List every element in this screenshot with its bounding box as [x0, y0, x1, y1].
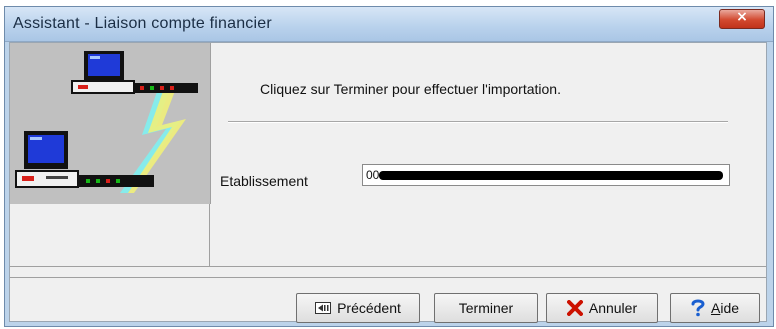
wizard-window: Assistant - Liaison compte financier × C…: [4, 6, 774, 327]
window-title: Assistant - Liaison compte financier: [13, 15, 272, 32]
previous-button[interactable]: Précédent: [296, 293, 420, 323]
question-mark-icon: [691, 299, 705, 317]
button-bar: Précédent Terminer Annuler Aide: [10, 279, 766, 323]
close-button[interactable]: ×: [719, 9, 765, 29]
status-strip: [10, 266, 766, 278]
cancel-label: Annuler: [588, 300, 638, 316]
etablissement-field[interactable]: 00: [362, 164, 730, 186]
help-button[interactable]: Aide: [670, 293, 760, 323]
help-label-mnemonic: A: [710, 300, 721, 316]
help-label-rest: ide: [720, 300, 740, 316]
previous-label: Précédent: [337, 300, 401, 316]
previous-arrow-icon: [315, 302, 332, 314]
instruction-text: Cliquez sur Terminer pour effectuer l'im…: [260, 81, 561, 97]
network-computers-illustration: [10, 43, 211, 204]
red-x-icon: [566, 300, 583, 316]
network-computers-image: [15, 51, 198, 193]
etablissement-label: Etablissement: [220, 173, 308, 189]
finish-label: Terminer: [458, 300, 514, 316]
help-label: Aide: [711, 300, 739, 316]
finish-button[interactable]: Terminer: [434, 293, 538, 323]
left-panel-spacer: [10, 204, 210, 266]
etablissement-value: 00: [366, 168, 380, 182]
title-bar[interactable]: Assistant - Liaison compte financier ×: [5, 7, 773, 42]
wizard-client-area: Cliquez sur Terminer pour effectuer l'im…: [9, 42, 767, 323]
cancel-button[interactable]: Annuler: [546, 293, 658, 323]
redacted-text-bar: [379, 171, 723, 180]
separator-line: [228, 121, 728, 123]
close-icon: ×: [736, 9, 748, 25]
